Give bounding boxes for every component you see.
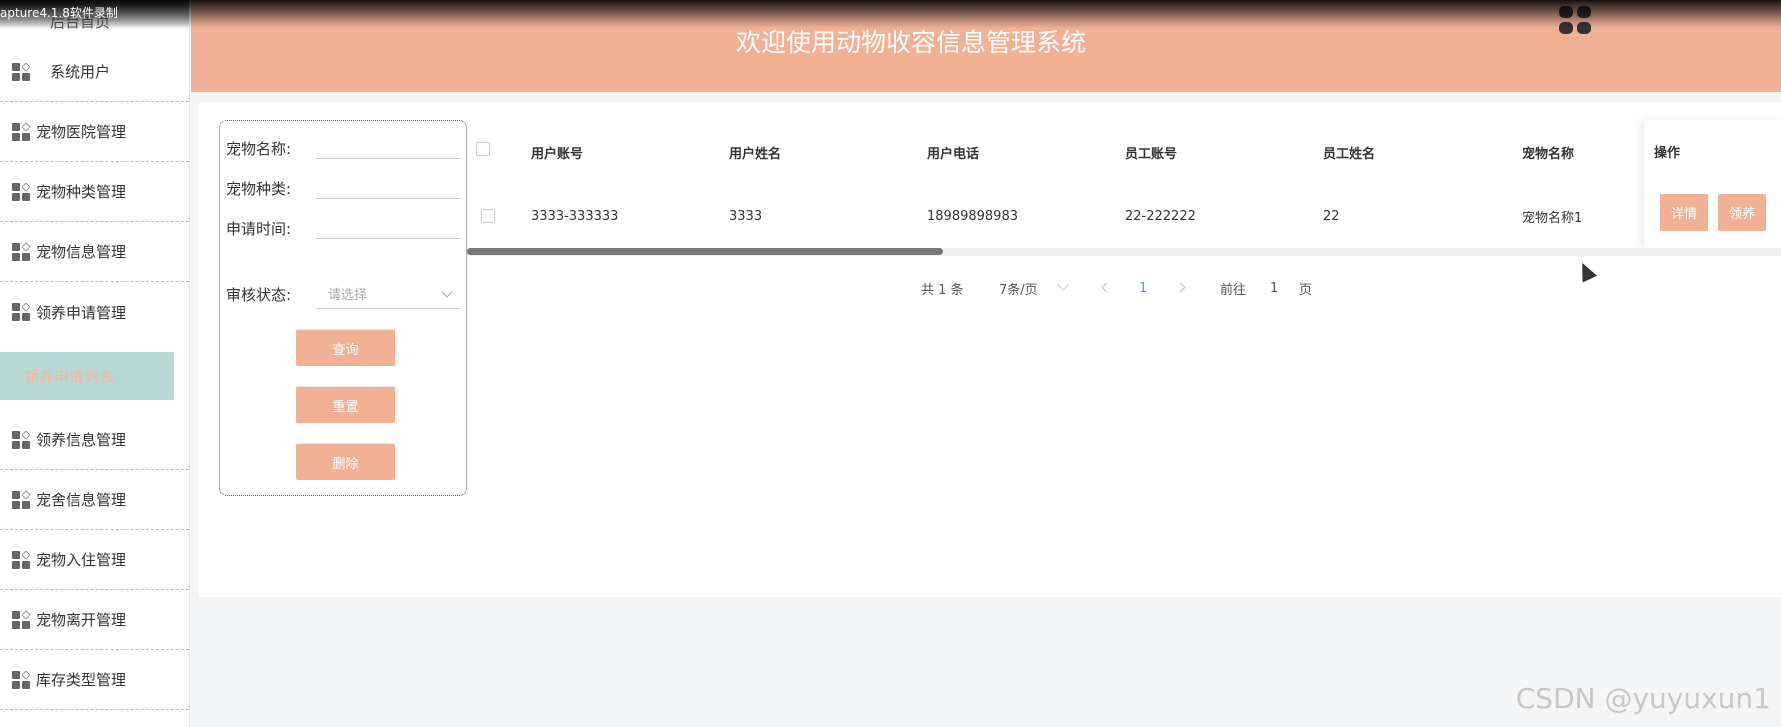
sidebar-item-pet-info[interactable]: 宠物信息管理 [0,222,189,282]
goto-label: 前往 [1220,282,1247,298]
reset-button[interactable]: 重置 [296,386,395,423]
grid-icon [12,61,31,81]
table-cell: 3333 [729,208,763,224]
data-table: 用户账号 用户姓名 用户电话 员工账号 员工姓名 宠物名称 3333-33333… [467,120,1781,248]
status-select[interactable]: 请选择 [316,279,461,309]
status-label: 审核状态: [226,285,292,304]
pet-name-input[interactable] [316,131,461,159]
sidebar-item-label: 领养申请管理 [36,303,127,322]
sidebar-item-adopt-apply[interactable]: 领养申请管理 [0,282,189,342]
pagination-total: 共 1 条 [921,282,964,298]
column-header: 用户电话 [927,146,980,162]
sidebar-item-kennel-info[interactable]: 宠舍信息管理 [0,470,189,530]
watermark: CSDN @yuyuxun1 [1515,682,1771,715]
grid-icon [12,489,31,509]
column-header: 宠物名称 [1522,146,1575,162]
column-header: 员工姓名 [1323,146,1376,162]
pet-name-label: 宠物名称: [226,140,292,158]
grid-icon [12,429,31,449]
grid-icon [12,609,31,629]
table-cell: 3333-333333 [531,208,619,224]
column-header: 用户账号 [531,146,584,162]
sidebar: 后台首页 系统用户 宠物医院管理 宠物种类管理 宠物信息管理 领养申请管理 领养… [0,0,190,727]
table-cell: 宠物名称1 [1522,210,1583,226]
detail-button[interactable]: 详情 [1660,194,1708,231]
apply-time-input[interactable] [316,211,461,239]
pet-name-field: 宠物名称: [226,131,461,159]
table-cell: 18989898983 [927,208,1018,224]
delete-button[interactable]: 删除 [296,443,395,480]
sidebar-item-label: 领养信息管理 [36,431,127,449]
table-cell: 22-222222 [1125,208,1196,224]
sidebar-item-stock-type[interactable]: 库存类型管理 [0,650,189,710]
table-row: 3333-333333 3333 18989898983 22-222222 2… [467,184,1781,248]
page-title: 欢迎使用动物收容信息管理系统 [735,28,1086,57]
apply-time-field: 申请时间: [226,211,461,239]
sidebar-item-label: 宠物医院管理 [36,123,127,141]
grid-icon [12,669,31,689]
sidebar-item-system-users[interactable]: 系统用户 [0,42,189,102]
column-header: 用户姓名 [729,146,782,162]
pet-type-input[interactable] [316,171,461,199]
row-checkbox[interactable] [481,209,495,223]
sidebar-item-label: 宠物入住管理 [36,551,127,569]
page-size-select[interactable]: 7条/页 [999,278,1038,298]
adopt-button[interactable]: 领养 [1718,194,1766,231]
sidebar-item-adopt-info[interactable]: 领养信息管理 [0,410,189,470]
ops-header: 操作 [1654,146,1681,161]
sidebar-item-label: 宠物信息管理 [36,243,127,261]
grid-icon [12,549,31,569]
sidebar-item-pet-type[interactable]: 宠物种类管理 [0,162,189,222]
page-number-current[interactable]: 1 [1139,278,1147,298]
top-header: 欢迎使用动物收容信息管理系统 [191,0,1781,92]
apply-time-label: 申请时间: [226,220,292,238]
grid-icon [12,302,31,321]
sidebar-item-label: 宠舍信息管理 [36,491,127,509]
sidebar-item-pet-hospital[interactable]: 宠物医院管理 [0,102,189,162]
table-cell: 22 [1323,208,1340,224]
grid-menu-icon[interactable] [1559,6,1591,34]
grid-icon [12,241,31,261]
scrollbar-thumb[interactable] [467,248,943,255]
status-placeholder: 请选择 [328,288,368,303]
column-header: 员工账号 [1125,146,1178,162]
sidebar-item-label: 宠物离开管理 [36,611,127,629]
select-all-checkbox[interactable] [476,142,490,156]
sidebar-item-pet-checkin[interactable]: 宠物入住管理 [0,530,189,590]
table-header-row: 用户账号 用户姓名 用户电话 员工账号 员工姓名 宠物名称 [467,120,1781,184]
recording-overlay-text: apture4.1.8软件录制 [0,6,118,20]
chevron-down-icon [441,285,453,298]
search-panel: 宠物名称: 宠物种类: 申请时间: 审核状态: 请选择 查询 重置 删除 [219,120,467,496]
sidebar-item-label: 系统用户 [50,63,111,81]
pet-type-field: 宠物种类: [226,171,461,199]
pet-type-label: 宠物种类: [226,180,292,198]
goto-input[interactable]: 1 [1270,278,1278,298]
goto-suffix: 页 [1299,282,1313,298]
grid-icon [12,121,31,141]
sidebar-item-label: 库存类型管理 [36,671,127,689]
sidebar-subitem-adopt-apply-list[interactable]: 领养申请列表 [0,352,174,400]
status-field: 审核状态: 请选择 [226,279,461,309]
operations-column: 操作 详情 领养 [1644,120,1781,248]
grid-icon [12,181,31,201]
sidebar-item-pet-leave[interactable]: 宠物离开管理 [0,590,189,650]
query-button[interactable]: 查询 [296,329,395,366]
sidebar-item-label: 宠物种类管理 [36,183,127,201]
